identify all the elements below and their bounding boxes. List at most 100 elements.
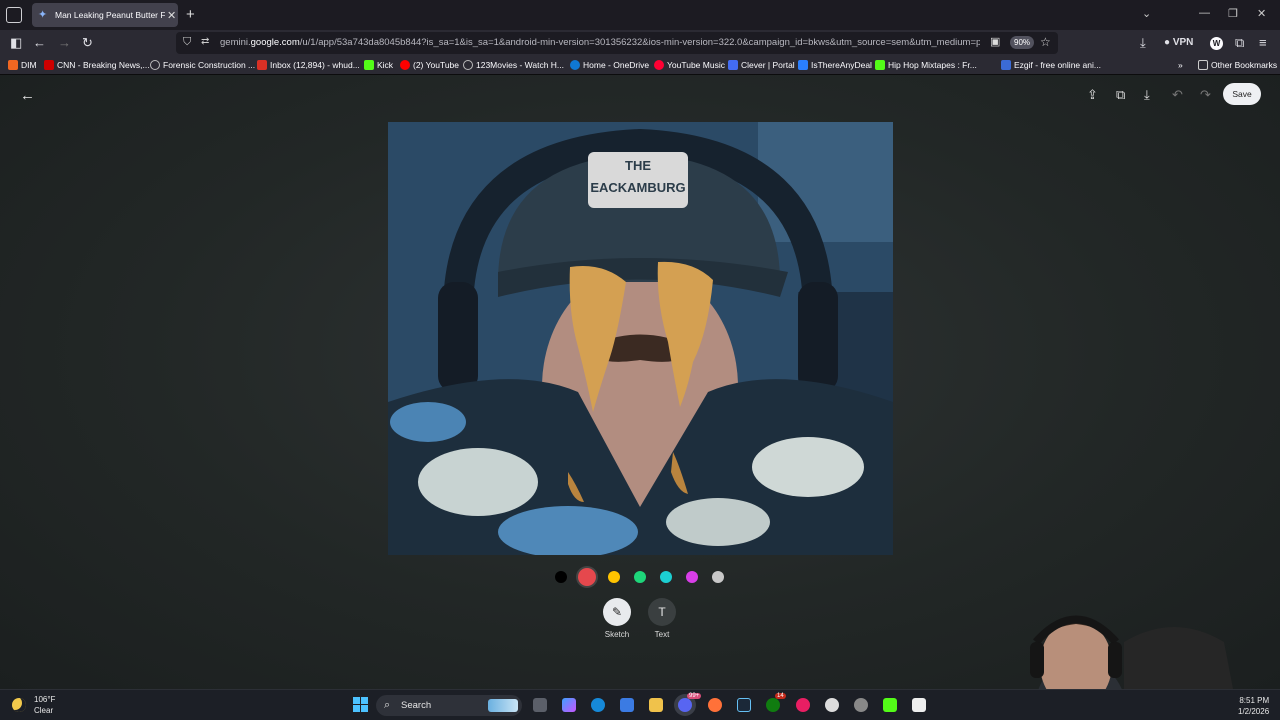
openai-icon[interactable] — [854, 698, 868, 712]
reader-view-icon[interactable]: ▣ — [990, 35, 1000, 48]
color-swatch-yellow[interactable] — [608, 571, 620, 583]
reload-icon[interactable]: ↻ — [82, 35, 93, 51]
file-explorer-icon[interactable] — [649, 698, 663, 712]
weather-condition[interactable]: Clear — [34, 706, 53, 715]
menu-icon[interactable]: ≡ — [1259, 35, 1267, 50]
bookmark-youtube[interactable]: (2) YouTube — [400, 60, 459, 70]
minimize-icon[interactable]: — — [1199, 7, 1210, 19]
restore-icon[interactable]: ❐ — [1228, 7, 1238, 20]
bookmark-cnn[interactable]: CNN - Breaking News,... — [44, 60, 150, 70]
bookmark-youtube-music[interactable]: YouTube Music — [654, 60, 725, 70]
system-clock[interactable]: 8:51 PM 1/2/2026 — [1238, 695, 1269, 717]
bookmark-hiphop[interactable]: Hip Hop Mixtapes : Fr... — [875, 60, 977, 70]
search-icon: ⌕ — [384, 699, 391, 711]
globe-icon — [150, 60, 160, 70]
text-icon: T — [648, 598, 676, 626]
text-mode-button[interactable]: T Text — [642, 598, 682, 639]
firefox-icon[interactable] — [708, 698, 722, 712]
bookmark-forensic[interactable]: Forensic Construction ... — [150, 60, 255, 70]
vpn-button[interactable]: ● VPN — [1164, 37, 1193, 48]
steam-icon[interactable] — [737, 698, 751, 712]
xbox-icon[interactable] — [766, 698, 780, 712]
sketch-mode-button[interactable]: ✎ Sketch — [597, 598, 637, 639]
share-icon[interactable]: ⇪ — [1087, 87, 1098, 103]
edited-photo[interactable]: THE EACKAMBURG — [388, 122, 893, 555]
color-swatch-cyan[interactable] — [660, 571, 672, 583]
kick-icon — [364, 60, 374, 70]
color-swatch-red[interactable] — [578, 568, 596, 586]
tab-gemini[interactable]: ✦ Man Leaking Peanut Butter From ✕ — [32, 3, 178, 27]
youtube-music-icon — [654, 60, 664, 70]
itad-icon — [798, 60, 808, 70]
tab-list-icon[interactable] — [6, 7, 22, 23]
copilot-icon[interactable] — [562, 698, 576, 712]
shield-icon[interactable]: ⛉ — [183, 36, 191, 49]
search-label: Search — [401, 700, 432, 711]
sidebar-icon[interactable]: ◧ — [10, 35, 22, 51]
gemini-icon: ✦ — [38, 9, 48, 21]
bookmark-star-icon[interactable]: ☆ — [1040, 35, 1051, 49]
color-swatch-magenta[interactable] — [686, 571, 698, 583]
bookmark-isthereanydeal[interactable]: IsThereAnyDeal — [798, 60, 872, 70]
discord-icon[interactable] — [678, 698, 692, 712]
url-text[interactable]: gemini.google.com/u/1/app/53a743da8045b8… — [220, 37, 980, 48]
kick-app-icon[interactable] — [883, 698, 897, 712]
snipping-tool-icon[interactable] — [912, 698, 926, 712]
weather-temp[interactable]: 106°F — [34, 695, 55, 704]
permissions-icon[interactable]: ⇄ — [201, 36, 209, 47]
windows-taskbar: 106°F Clear ⌕ Search 99+ 14 8:51 PM 1/2/… — [0, 689, 1280, 720]
download-icon[interactable]: ⤓ — [1144, 87, 1150, 103]
image-editor: ← ⇪ ⧉ ⤓ ↶ ↷ Save THE EACKAMBURG ✎ Sketch… — [0, 75, 1280, 689]
search-highlight-icon — [488, 699, 518, 712]
bookmark-kick[interactable]: Kick — [364, 60, 393, 70]
task-view-icon[interactable] — [533, 698, 547, 712]
bookmark-ezgif[interactable]: Ezgif - free online ani... — [1001, 60, 1101, 70]
color-palette — [553, 568, 733, 586]
new-tab-icon[interactable]: + — [186, 6, 195, 23]
media-player-icon[interactable] — [796, 698, 810, 712]
settings-gear-icon[interactable] — [825, 698, 839, 712]
bookmark-onedrive[interactable]: Home - OneDrive — [570, 60, 649, 70]
back-arrow-icon[interactable]: ← — [20, 87, 35, 104]
onedrive-icon — [570, 60, 580, 70]
taskbar-search[interactable]: ⌕ Search — [376, 695, 522, 716]
gmail-icon — [257, 60, 267, 70]
undo-icon[interactable]: ↶ — [1172, 87, 1183, 103]
cnn-icon — [44, 60, 54, 70]
url-bar[interactable]: ⛉ ⇄ gemini.google.com/u/1/app/53a743da80… — [176, 32, 1058, 54]
edge-icon[interactable] — [591, 698, 605, 712]
ezgif-icon — [1001, 60, 1011, 70]
clock-date: 1/2/2026 — [1238, 707, 1270, 716]
windows-start-icon[interactable] — [353, 697, 368, 712]
color-swatch-black[interactable] — [555, 571, 567, 583]
copy-icon[interactable]: ⧉ — [1116, 87, 1125, 103]
color-swatch-gray[interactable] — [712, 571, 724, 583]
zoom-level[interactable]: 90% — [1010, 36, 1035, 49]
bookmark-dim[interactable]: DIM — [8, 60, 37, 70]
cap-text-name: EACKAMBURG — [590, 180, 685, 195]
text-label: Text — [654, 630, 670, 639]
store-icon[interactable] — [620, 698, 634, 712]
downloads-icon[interactable]: ⤓ — [1140, 35, 1146, 51]
chevron-down-icon[interactable]: ⌄ — [1142, 7, 1151, 20]
redo-icon[interactable]: ↷ — [1200, 87, 1211, 103]
close-window-icon[interactable]: ✕ — [1257, 7, 1266, 20]
moon-icon[interactable] — [12, 698, 26, 712]
bookmark-inbox[interactable]: Inbox (12,894) - whud... — [257, 60, 360, 70]
navigation-toolbar: ◧ ← → ↻ ⛉ ⇄ gemini.google.com/u/1/app/53… — [0, 30, 1280, 56]
bookmark-other[interactable]: Other Bookmarks — [1198, 60, 1277, 70]
sketch-icon: ✎ — [603, 598, 631, 626]
bookmark-123movies[interactable]: 123Movies - Watch H... — [463, 60, 564, 70]
youtube-icon — [400, 60, 410, 70]
profile-avatar[interactable]: W — [1210, 37, 1223, 50]
forward-icon[interactable]: → — [58, 35, 71, 50]
color-swatch-green[interactable] — [634, 571, 646, 583]
close-icon[interactable]: ✕ — [167, 9, 176, 22]
chevron-right-icon[interactable]: » — [1178, 60, 1183, 70]
clock-time: 8:51 PM — [1239, 696, 1270, 705]
bookmark-clever[interactable]: Clever | Portal — [728, 60, 795, 70]
extensions-icon[interactable]: ⧉ — [1235, 35, 1244, 51]
save-button[interactable]: Save — [1223, 83, 1261, 105]
back-icon[interactable]: ← — [33, 35, 46, 50]
sketch-label: Sketch — [604, 630, 630, 639]
